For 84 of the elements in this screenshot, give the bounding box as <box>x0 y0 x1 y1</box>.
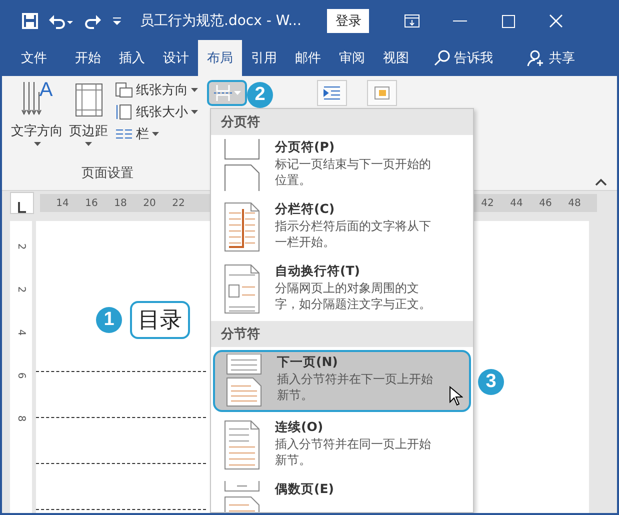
menu-item[interactable]: 偶数页(E) <box>211 477 473 512</box>
menu-section-header: 分页符 <box>211 109 473 135</box>
ribbon-command[interactable]: A 文字方向 <box>10 80 64 160</box>
collapse-ribbon-icon[interactable] <box>595 178 607 186</box>
tab-stop-icon <box>17 201 27 213</box>
menu-item[interactable]: 下一页(N) 插入分节符并在下一页上开始新节。 <box>213 350 471 412</box>
tell-me-button[interactable]: 告诉我 <box>424 40 503 76</box>
ribbon-tab[interactable]: 布局 <box>198 40 242 76</box>
menu-item[interactable]: 连续(O) 插入分节符并在同一页上开始新节。 <box>211 415 473 477</box>
menu-item-title: 分栏符(C) <box>275 201 336 218</box>
next-page-break-icon <box>225 354 263 408</box>
ribbon-tab[interactable]: 引用 <box>242 40 286 76</box>
ruler-number: 44 <box>509 198 524 208</box>
menu-item-description: 分隔网页上的对象周围的文字，如分隔题注文字与正文。 <box>275 281 432 312</box>
maximize-icon[interactable] <box>502 14 515 28</box>
ribbon-command[interactable]: 纸张方向 <box>113 80 200 100</box>
caret-icon <box>85 142 92 146</box>
ribbon-tab[interactable]: 审阅 <box>330 40 374 76</box>
columns-icon <box>115 127 133 141</box>
step-callout: 1 <box>96 307 122 333</box>
ruler-number: 8 <box>16 415 26 422</box>
ruler-number: 2 <box>16 243 26 250</box>
ruler-number: 22 <box>171 198 186 208</box>
minimize-icon[interactable] <box>453 20 468 22</box>
ruler-number: 48 <box>567 198 582 208</box>
caret-icon <box>152 132 159 136</box>
search-icon <box>434 50 450 66</box>
ruler-number: 42 <box>480 198 495 208</box>
group-label: 页面设置 <box>80 165 134 182</box>
page-break-icon <box>223 139 261 193</box>
ribbon-tab[interactable]: 插入 <box>110 40 154 76</box>
ribbon-tab[interactable]: 邮件 <box>286 40 330 76</box>
menu-item-description: 标记一页结束与下一页开始的位置。 <box>275 157 432 188</box>
ruler-number: 14 <box>55 198 70 208</box>
menu-item-description: 插入分节符并在同一页上开始新节。 <box>275 437 432 468</box>
customize-toolbar-icon[interactable] <box>112 16 122 26</box>
ribbon-command[interactable]: 栏 <box>113 124 200 144</box>
tab-selector[interactable] <box>10 192 34 214</box>
ruler-number: 18 <box>113 198 128 208</box>
icon-letter: A <box>39 80 53 100</box>
caret-icon <box>234 91 240 95</box>
menu-section-header: 分节符 <box>211 321 473 347</box>
menu-item-title: 下一页(N) <box>277 354 339 371</box>
ribbon-display-icon[interactable] <box>404 14 420 28</box>
login-button[interactable]: 登录 <box>327 9 370 33</box>
redo-icon[interactable] <box>84 13 102 29</box>
window-title: 员工行为规范.docx - W... <box>140 12 302 30</box>
ribbon-command[interactable]: 页边距 <box>68 80 109 160</box>
breaks-button[interactable] <box>207 80 247 106</box>
menu-item-description: 插入分节符并在下一页上开始新节。 <box>277 372 434 404</box>
undo-icon[interactable] <box>48 13 74 29</box>
mouse-pointer-icon <box>449 386 463 406</box>
position-icon[interactable] <box>367 80 397 106</box>
breaks-icon <box>214 85 232 101</box>
ribbon-tab[interactable]: 视图 <box>374 40 418 76</box>
menu-item-title: 自动换行符(T) <box>275 263 361 280</box>
menu-item-description: 指示分栏符后面的文字将从下一栏开始。 <box>275 219 432 250</box>
caret-icon <box>34 142 40 146</box>
ribbon-tab[interactable]: 文件 <box>12 40 56 76</box>
indent-icon[interactable] <box>317 80 347 106</box>
ribbon-tab[interactable]: 开始 <box>66 40 110 76</box>
ruler-number: 46 <box>538 198 553 208</box>
ribbon-tab[interactable]: 设计 <box>154 40 198 76</box>
caret-icon <box>191 110 198 114</box>
person-add-icon <box>527 49 545 67</box>
ruler-number: 2 <box>16 286 26 293</box>
caret-icon <box>191 88 198 92</box>
ruler-number: 4 <box>16 329 26 336</box>
menu-item[interactable]: 分栏符(C) 指示分栏符后面的文字将从下一栏开始。 <box>211 197 473 259</box>
share-button[interactable]: 共享 <box>517 40 585 76</box>
ribbon-command[interactable]: 纸张大小 <box>113 102 200 122</box>
save-icon[interactable] <box>22 13 38 29</box>
ruler-number: 6 <box>16 372 26 379</box>
menu-item-title: 连续(O) <box>275 419 324 436</box>
menu-item-title: 偶数页(E) <box>275 481 334 498</box>
menu-item-title: 分页符(P) <box>275 139 336 156</box>
ruler-number: 16 <box>84 198 99 208</box>
menu-item[interactable]: 分页符(P) 标记一页结束与下一页开始的位置。 <box>211 135 473 197</box>
document-heading: 目录 <box>130 301 190 339</box>
close-icon[interactable] <box>549 14 564 28</box>
ruler-number: 20 <box>142 198 157 208</box>
page-orientation-icon <box>115 82 133 98</box>
page-size-icon <box>115 104 133 120</box>
menu-item[interactable]: 自动换行符(T) 分隔网页上的对象周围的文字，如分隔题注文字与正文。 <box>211 259 473 321</box>
